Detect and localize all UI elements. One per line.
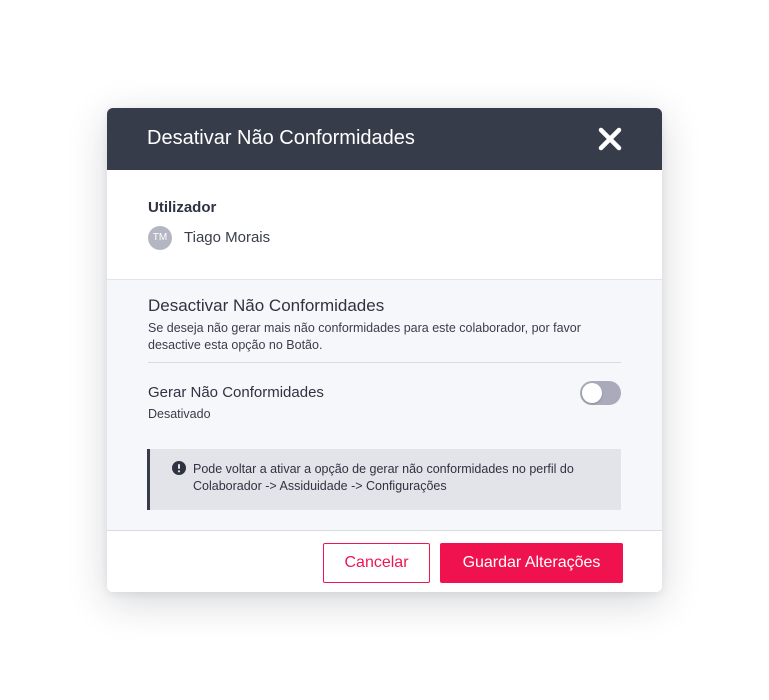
info-text: Pode voltar a ativar a opção de gerar nã…	[193, 462, 574, 493]
user-name: Tiago Morais	[184, 229, 271, 246]
toggle-label: Gerar Não Conformidades	[148, 384, 324, 401]
user-section: Utilizador TM Tiago Morais	[107, 170, 662, 280]
toggle-status: Desativado	[148, 407, 211, 421]
info-box: Pode voltar a ativar a opção de gerar nã…	[147, 449, 621, 510]
modal-footer: Cancelar Guardar Alterações	[107, 530, 662, 592]
close-button[interactable]	[595, 124, 625, 154]
divider	[148, 362, 621, 363]
modal-header: Desativar Não Conformidades	[107, 108, 662, 170]
settings-title: Desactivar Não Conformidades	[148, 296, 385, 315]
user-section-label: Utilizador	[148, 199, 217, 216]
avatar: TM	[148, 226, 172, 250]
deactivate-modal: Desativar Não Conformidades Utilizador T…	[107, 108, 662, 592]
settings-section: Desactivar Não Conformidades Se deseja n…	[107, 280, 662, 530]
exclamation-circle-icon	[172, 461, 186, 475]
toggle-knob	[582, 383, 602, 403]
cancel-button[interactable]: Cancelar	[323, 543, 430, 583]
close-icon	[598, 127, 622, 151]
modal-title: Desativar Não Conformidades	[147, 127, 415, 149]
generate-nonconformities-toggle[interactable]	[580, 381, 621, 405]
settings-description: Se deseja não gerar mais não conformidad…	[148, 321, 581, 352]
save-changes-button[interactable]: Guardar Alterações	[440, 543, 623, 583]
